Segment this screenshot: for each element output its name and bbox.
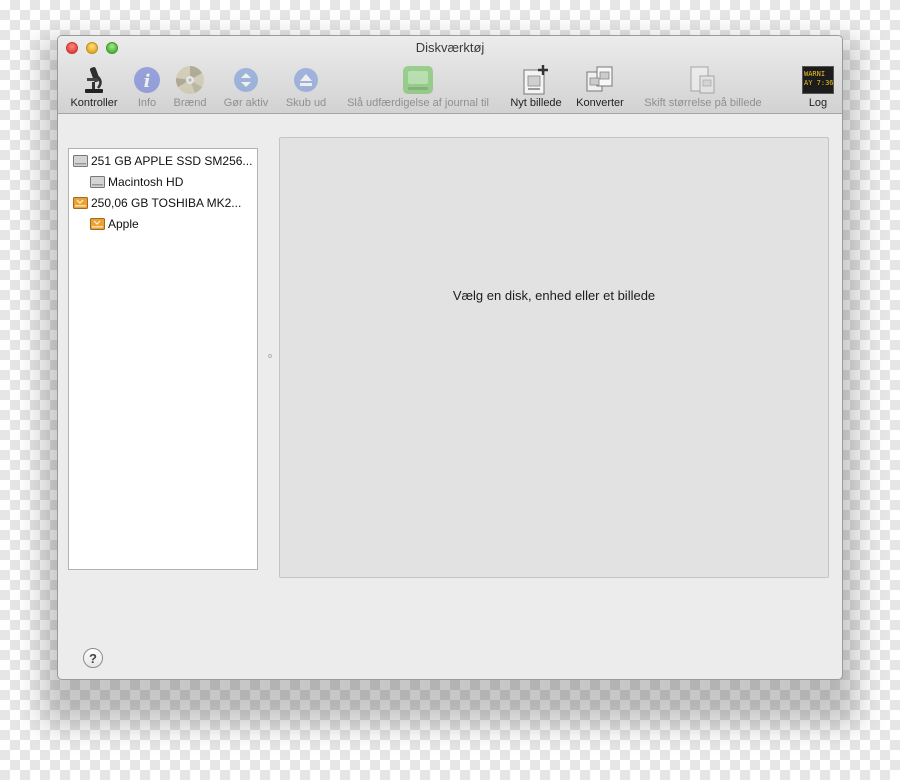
- sidebar-item-label: 250,06 GB TOSHIBA MK2...: [91, 196, 242, 210]
- toolbar-info-button[interactable]: i Info: [132, 64, 162, 109]
- help-button[interactable]: ?: [83, 648, 103, 668]
- volume-icon: [90, 175, 105, 189]
- log-console-icon: WARNI AY 7:36: [800, 64, 836, 96]
- toolbar-label: Nyt billede: [510, 97, 562, 109]
- toolbar-journal-button[interactable]: Slå udfærdigelse af journal til: [338, 64, 498, 109]
- sidebar-item-label: 251 GB APPLE SSD SM256...: [91, 154, 253, 168]
- convert-icon: [572, 64, 628, 96]
- toolbar-resize-image-button[interactable]: Skift størrelse på billede: [636, 64, 770, 109]
- journal-icon: [338, 64, 498, 96]
- burn-disc-icon: [169, 64, 211, 96]
- detail-pane: Vælg en disk, enhed eller et billede: [279, 137, 829, 578]
- empty-selection-message: Vælg en disk, enhed eller et billede: [452, 288, 656, 303]
- toolbar-kontroller-button[interactable]: Kontroller: [64, 64, 124, 109]
- microscope-icon: [64, 64, 124, 96]
- toolbar-label: Gør aktiv: [223, 97, 269, 109]
- new-image-icon: [505, 64, 567, 96]
- toolbar-label: Konverter: [576, 97, 624, 109]
- toolbar-mount-button[interactable]: Gør aktiv: [219, 64, 273, 109]
- toolbar-label: Skub ud: [285, 97, 327, 109]
- eject-icon: [283, 64, 329, 96]
- toolbar-label: Info: [137, 97, 157, 109]
- log-console-line: WARNI: [804, 70, 825, 78]
- sidebar-item-external-disk[interactable]: 250,06 GB TOSHIBA MK2...: [73, 193, 241, 213]
- toolbar-label: Skift størrelse på billede: [644, 97, 762, 109]
- external-volume-icon: [90, 217, 105, 231]
- toolbar-log-button[interactable]: WARNI AY 7:36 Log: [800, 64, 836, 109]
- toolbar-convert-button[interactable]: Konverter: [572, 64, 628, 109]
- toolbar-label: Log: [808, 97, 828, 109]
- sidebar-item-volume[interactable]: Macintosh HD: [90, 172, 183, 192]
- toolbar-label: Brænd: [173, 97, 207, 109]
- disk-utility-window: Diskværktøj Kontroller i Info Brænd Gør …: [57, 35, 843, 680]
- toolbar: Diskværktøj Kontroller i Info Brænd Gør …: [58, 36, 842, 114]
- sidebar-item-label: Apple: [108, 217, 139, 231]
- window-title: Diskværktøj: [415, 40, 485, 55]
- sidebar-item-external-volume[interactable]: Apple: [90, 214, 139, 234]
- log-console-line: AY 7:36: [804, 79, 834, 87]
- info-icon: i: [132, 64, 162, 96]
- device-list[interactable]: 251 GB APPLE SSD SM256... Macintosh HD 2…: [68, 148, 258, 570]
- svg-text:i: i: [144, 71, 151, 92]
- toolbar-burn-button[interactable]: Brænd: [169, 64, 211, 109]
- toolbar-label: Slå udfærdigelse af journal til: [347, 97, 489, 109]
- resize-image-icon: [636, 64, 770, 96]
- sidebar-item-label: Macintosh HD: [108, 175, 184, 189]
- external-disk-icon: [73, 196, 88, 210]
- toolbar-eject-button[interactable]: Skub ud: [283, 64, 329, 109]
- toolbar-label: Kontroller: [70, 97, 118, 109]
- internal-disk-icon: [73, 154, 88, 168]
- toolbar-new-image-button[interactable]: Nyt billede: [505, 64, 567, 109]
- mount-icon: [219, 64, 273, 96]
- split-view-handle[interactable]: [268, 354, 272, 358]
- sidebar-item-disk[interactable]: 251 GB APPLE SSD SM256...: [73, 151, 252, 171]
